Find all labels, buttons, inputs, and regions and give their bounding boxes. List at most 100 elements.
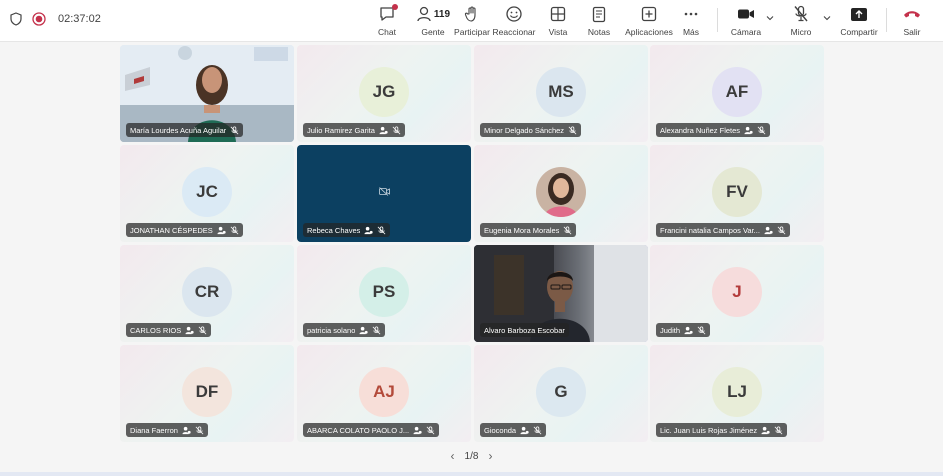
participant-nameplate: Francini natalia Campos Var...	[656, 223, 790, 237]
avatar: PS	[359, 267, 409, 317]
hang-up-icon	[904, 11, 920, 18]
avatar: MS	[536, 67, 586, 117]
participant-tile[interactable]: JC JONATHAN CÉSPEDES	[120, 145, 294, 242]
mic-muted-icon	[198, 325, 207, 334]
mic-muted-icon	[426, 425, 435, 434]
toolbar-divider	[717, 8, 718, 32]
meeting-toolbar: 02:37:02 Chat 119 Gente Participar Reacc…	[0, 0, 943, 42]
avatar: J	[712, 267, 762, 317]
participant-nameplate: Gioconda	[480, 423, 547, 437]
avatar: JC	[182, 167, 232, 217]
mic-muted-icon	[697, 325, 706, 334]
react-button[interactable]: Reaccionar	[492, 4, 536, 37]
pagination: ‹ 1/8 ›	[0, 449, 943, 463]
next-page-chevron-icon[interactable]: ›	[488, 449, 492, 463]
participant-nameplate: Minor Delgado Sánchez	[480, 123, 582, 137]
participant-tile[interactable]: Eugenia Mora Morales	[474, 145, 648, 242]
guest-icon	[684, 326, 693, 334]
guest-icon	[761, 426, 770, 434]
raise-hand-button[interactable]: Participar	[450, 4, 494, 37]
participant-tile[interactable]: Rebeca Chaves	[297, 145, 471, 242]
mic-muted-icon	[230, 225, 239, 234]
mic-muted-icon	[774, 425, 783, 434]
notes-icon	[592, 6, 606, 22]
avatar: CR	[182, 267, 232, 317]
avatar: AF	[712, 67, 762, 117]
guest-icon	[359, 326, 369, 334]
participant-tile[interactable]: PS patricia solano	[297, 245, 471, 342]
guest-icon	[364, 226, 374, 234]
mic-muted-icon	[533, 425, 542, 434]
participant-nameplate: ABARCA COLATO PAOLO J...	[303, 423, 440, 437]
chat-button[interactable]: Chat	[365, 4, 409, 37]
participant-nameplate: Alvaro Barboza Escobar	[480, 323, 569, 337]
participant-tile[interactable]: LJ Lic. Juan Luis Rojas Jiménez	[650, 345, 824, 442]
mic-muted-icon	[195, 425, 204, 434]
guest-icon	[764, 226, 773, 234]
guest-icon	[185, 326, 194, 334]
participant-tile[interactable]: MS Minor Delgado Sánchez	[474, 45, 648, 142]
mic-muted-icon	[564, 225, 572, 234]
participant-tile[interactable]: DF Diana Faerron	[120, 345, 294, 442]
hand-icon	[464, 6, 476, 22]
mic-muted-icon	[372, 325, 381, 334]
add-apps-icon	[641, 6, 657, 22]
mic-muted-icon	[794, 5, 808, 22]
view-button[interactable]: Vista	[536, 4, 580, 37]
mic-muted-icon	[377, 225, 386, 234]
recording-icon[interactable]	[32, 12, 46, 26]
call-timer: 02:37:02	[58, 13, 101, 25]
page-indicator: 1/8	[464, 450, 479, 462]
participant-tile-speaking[interactable]: Alvaro Barboza Escobar	[474, 245, 648, 342]
participant-tile[interactable]: G Gioconda	[474, 345, 648, 442]
people-count: 119	[433, 8, 451, 20]
chat-notification-dot	[392, 4, 398, 10]
mic-button[interactable]: Micro	[779, 4, 823, 37]
bottom-edge	[0, 472, 943, 476]
participant-tile[interactable]: AF Alexandra Nuñez Fletes	[650, 45, 824, 142]
more-button[interactable]: Más	[669, 4, 713, 37]
avatar: LJ	[712, 367, 762, 417]
participant-nameplate: Lic. Juan Luis Rojas Jiménez	[656, 423, 788, 437]
share-screen-icon	[851, 7, 867, 21]
shield-icon[interactable]	[10, 12, 22, 26]
participant-tile[interactable]: CR CARLOS RIOS	[120, 245, 294, 342]
grid-view-icon	[550, 6, 566, 22]
participant-nameplate: María Lourdes Acuña Aguilar	[126, 123, 244, 137]
avatar: AJ	[359, 367, 409, 417]
avatar: DF	[182, 367, 232, 417]
participant-tile[interactable]: FV Francini natalia Campos Var...	[650, 145, 824, 242]
participant-nameplate: CARLOS RIOS	[126, 323, 212, 337]
toolbar-divider	[886, 8, 887, 32]
guest-icon	[520, 426, 529, 434]
mic-muted-icon	[777, 225, 786, 234]
share-button[interactable]: Compartir	[836, 4, 882, 37]
apps-button[interactable]: Aplicaciones	[624, 4, 674, 37]
camera-off-icon	[379, 187, 390, 196]
participant-tile[interactable]: J Judith	[650, 245, 824, 342]
participant-nameplate: JONATHAN CÉSPEDES	[126, 223, 243, 237]
smiley-icon	[506, 6, 522, 22]
mic-muted-icon	[757, 125, 766, 134]
participant-tile[interactable]: AJ ABARCA COLATO PAOLO J...	[297, 345, 471, 442]
mic-muted-icon	[392, 125, 401, 134]
participant-nameplate: Diana Faerron	[126, 423, 208, 437]
participant-tile[interactable]: María Lourdes Acuña Aguilar	[120, 45, 294, 142]
notes-button[interactable]: Notas	[577, 4, 621, 37]
camera-button[interactable]: Cámara	[724, 4, 768, 37]
participant-tile[interactable]: JG Julio Ramirez Garita	[297, 45, 471, 142]
people-icon	[417, 6, 431, 22]
mic-muted-icon	[568, 125, 577, 134]
previous-page-chevron-icon[interactable]: ‹	[451, 449, 455, 463]
guest-icon	[744, 126, 753, 134]
guest-icon	[217, 226, 226, 234]
camera-options-chevron-icon[interactable]	[766, 15, 774, 21]
call-status: 02:37:02	[10, 12, 101, 26]
mic-options-chevron-icon[interactable]	[823, 15, 831, 21]
participant-nameplate: Eugenia Mora Morales	[480, 223, 577, 237]
avatar: FV	[712, 167, 762, 217]
leave-button[interactable]: Salir	[890, 4, 934, 37]
mic-muted-icon	[230, 125, 239, 134]
avatar: JG	[359, 67, 409, 117]
more-icon	[684, 12, 698, 16]
